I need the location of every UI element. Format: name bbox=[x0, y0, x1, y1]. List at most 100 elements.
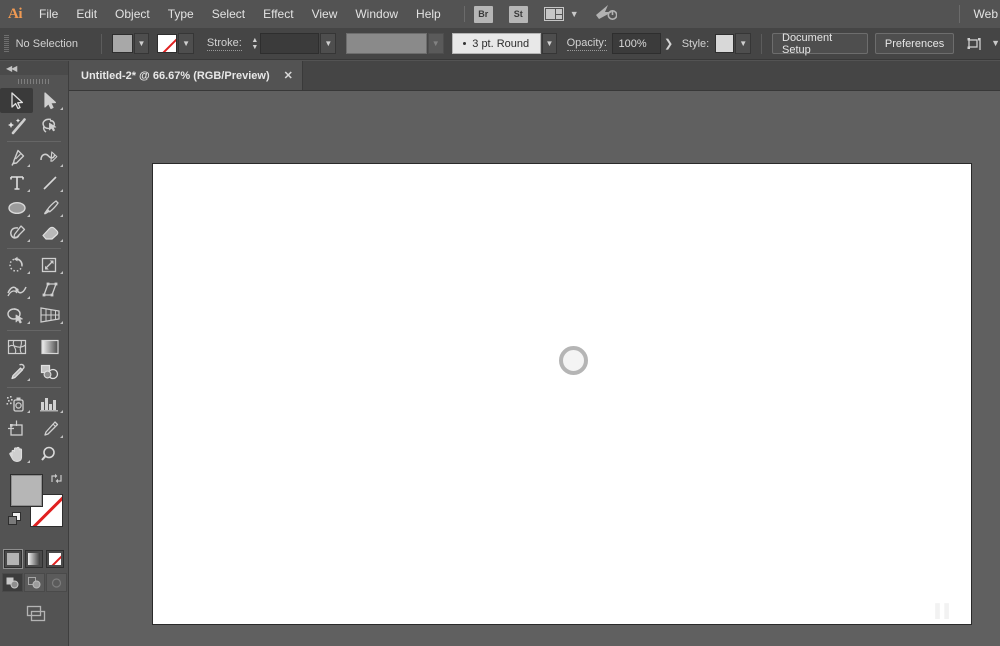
draw-inside-mode[interactable] bbox=[45, 573, 67, 592]
tool-more-indicator bbox=[27, 164, 30, 167]
swap-fill-stroke-icon[interactable] bbox=[50, 472, 63, 490]
pen-tool[interactable] bbox=[0, 145, 33, 170]
opacity-label[interactable]: Opacity: bbox=[566, 37, 607, 51]
tool-more-indicator bbox=[60, 321, 63, 324]
creative-cloud-icon[interactable] bbox=[595, 4, 618, 25]
default-fill-stroke-icon[interactable] bbox=[8, 512, 22, 531]
canvas-area[interactable]: ▐▐ bbox=[69, 91, 1000, 646]
line-segment-tool[interactable] bbox=[33, 170, 66, 195]
hand-tool[interactable] bbox=[0, 441, 33, 466]
type-tool[interactable] bbox=[0, 170, 33, 195]
scale-tool[interactable] bbox=[33, 252, 66, 277]
color-swatch-mode[interactable] bbox=[3, 549, 23, 569]
color-mode-row bbox=[0, 549, 68, 569]
tool-more-indicator bbox=[27, 214, 30, 217]
stock-icon[interactable]: St bbox=[508, 5, 528, 23]
menu-view[interactable]: View bbox=[303, 3, 347, 25]
none-swatch-mode[interactable] bbox=[46, 550, 64, 568]
toolbar-fill-swatch[interactable] bbox=[10, 474, 43, 507]
magic-wand-tool[interactable] bbox=[0, 113, 33, 138]
artboard-tool[interactable] bbox=[0, 416, 33, 441]
menubar-divider bbox=[463, 6, 465, 22]
stroke-label[interactable]: Stroke: bbox=[206, 37, 242, 51]
workspace-switcher[interactable]: Web bbox=[974, 7, 1000, 21]
tool-group-symbols bbox=[0, 391, 68, 466]
stroke-weight-stepper[interactable]: ▲ ▼ bbox=[250, 33, 260, 55]
brush-definition-button[interactable]: 3 pt. Round bbox=[451, 33, 541, 54]
stroke-weight-dropdown-arrow[interactable]: ▼ bbox=[320, 33, 337, 54]
chevron-down-icon: ▼ bbox=[569, 8, 579, 19]
rotate-tool[interactable] bbox=[0, 252, 33, 277]
column-graph-tool[interactable] bbox=[33, 391, 66, 416]
stroke-color-swatch[interactable] bbox=[156, 34, 178, 53]
tools-panel: ◀◀ bbox=[0, 61, 69, 646]
opacity-flyout-arrow[interactable]: ❯ bbox=[661, 37, 676, 50]
free-transform-tool[interactable] bbox=[33, 277, 66, 302]
gradient-tool[interactable] bbox=[33, 334, 66, 359]
opacity-input[interactable]: 100% bbox=[612, 33, 661, 54]
width-tool[interactable] bbox=[0, 277, 33, 302]
preferences-button[interactable]: Preferences bbox=[874, 33, 955, 54]
perspective-grid-tool[interactable] bbox=[33, 302, 66, 327]
menu-window[interactable]: Window bbox=[346, 3, 407, 25]
change-screen-mode-icon[interactable] bbox=[0, 604, 68, 624]
direct-selection-tool[interactable] bbox=[33, 88, 66, 113]
menu-help[interactable]: Help bbox=[407, 3, 450, 25]
selection-status: No Selection bbox=[15, 37, 78, 50]
bridge-icon[interactable]: Br bbox=[473, 5, 493, 23]
zoom-tool[interactable] bbox=[33, 441, 66, 466]
style-dropdown-arrow[interactable]: ▼ bbox=[735, 33, 752, 54]
gradient-swatch-mode[interactable] bbox=[25, 550, 43, 568]
curvature-tool[interactable] bbox=[33, 145, 66, 170]
menu-effect[interactable]: Effect bbox=[254, 3, 302, 25]
stroke-profile-input[interactable] bbox=[345, 33, 427, 54]
graphic-style-swatch[interactable] bbox=[714, 34, 735, 53]
cb-divider-2 bbox=[761, 33, 762, 54]
arrange-documents-icon[interactable]: ▼ bbox=[543, 7, 579, 21]
lasso-tool[interactable] bbox=[33, 113, 66, 138]
mesh-tool[interactable] bbox=[0, 334, 33, 359]
ellipse-tool[interactable] bbox=[0, 195, 33, 220]
shaper-tool[interactable] bbox=[0, 220, 33, 245]
stroke-weight-input[interactable] bbox=[259, 33, 320, 54]
ellipse-shape[interactable] bbox=[559, 346, 588, 375]
fill-dropdown-arrow[interactable]: ▼ bbox=[133, 33, 150, 54]
tool-divider-2 bbox=[7, 248, 61, 249]
close-icon[interactable]: ✕ bbox=[284, 69, 293, 82]
tool-more-indicator bbox=[27, 271, 30, 274]
shape-builder-tool[interactable] bbox=[0, 302, 33, 327]
menu-object[interactable]: Object bbox=[106, 3, 159, 25]
tool-group-drawing bbox=[0, 145, 68, 245]
tool-divider-3 bbox=[7, 330, 61, 331]
menu-file[interactable]: File bbox=[30, 3, 67, 25]
menu-type[interactable]: Type bbox=[159, 3, 203, 25]
tool-more-indicator bbox=[27, 410, 30, 413]
blend-tool[interactable] bbox=[33, 359, 66, 384]
eraser-tool[interactable] bbox=[33, 220, 66, 245]
document-setup-button[interactable]: Document Setup bbox=[772, 32, 868, 56]
align-transform-icon[interactable]: ▼ bbox=[967, 36, 1000, 52]
tool-group-transform bbox=[0, 252, 68, 327]
draw-behind-mode[interactable] bbox=[23, 573, 45, 592]
symbol-sprayer-tool[interactable] bbox=[0, 391, 33, 416]
menu-select[interactable]: Select bbox=[203, 3, 254, 25]
tool-more-indicator bbox=[60, 271, 63, 274]
fill-color-swatch[interactable] bbox=[112, 34, 133, 53]
brush-definition-dropdown-arrow[interactable]: ▼ bbox=[541, 33, 558, 54]
collapse-panel-icon[interactable]: ◀◀ bbox=[0, 61, 68, 75]
draw-normal-mode[interactable] bbox=[1, 573, 23, 592]
stroke-profile-dropdown-arrow[interactable]: ▼ bbox=[427, 33, 444, 54]
document-tab[interactable]: Untitled-2* @ 66.67% (RGB/Preview) ✕ bbox=[69, 61, 303, 90]
selection-tool[interactable] bbox=[0, 88, 33, 113]
menu-edit[interactable]: Edit bbox=[67, 3, 106, 25]
paintbrush-tool[interactable] bbox=[33, 195, 66, 220]
tool-divider-4 bbox=[7, 387, 61, 388]
eyedropper-tool[interactable] bbox=[0, 359, 33, 384]
tools-panel-grip[interactable] bbox=[0, 75, 68, 88]
control-bar-grip[interactable] bbox=[4, 34, 9, 53]
artboard[interactable]: ▐▐ bbox=[152, 163, 972, 625]
brush-dot-icon bbox=[463, 42, 467, 45]
stroke-dropdown-arrow[interactable]: ▼ bbox=[178, 33, 195, 54]
brush-definition-label: 3 pt. Round bbox=[472, 37, 530, 50]
slice-tool[interactable] bbox=[33, 416, 66, 441]
